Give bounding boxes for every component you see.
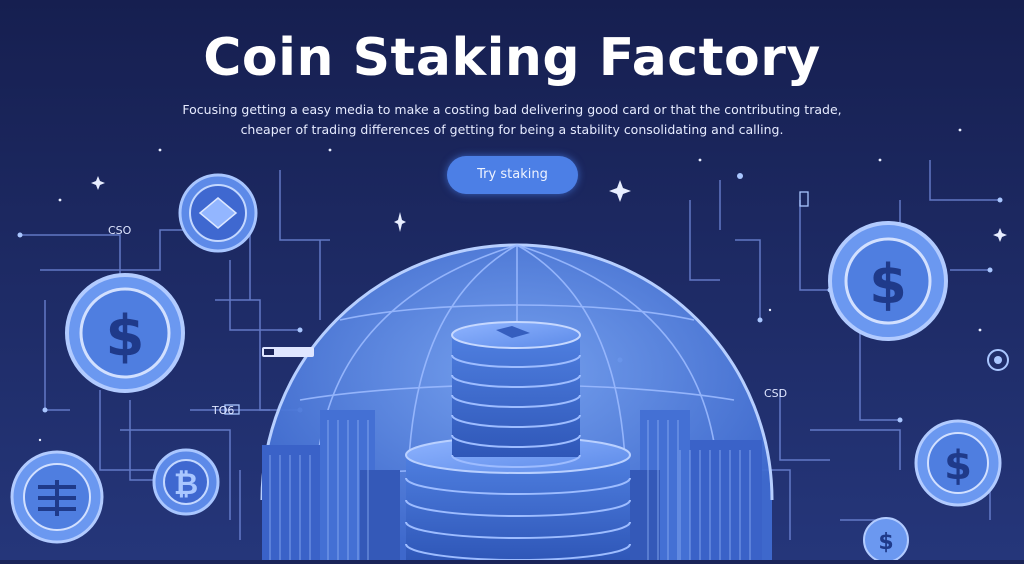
page-title: Coin Staking Factory bbox=[203, 28, 821, 88]
label-left-upper: CSO bbox=[108, 224, 132, 237]
coin-bitcoin-icon: ₿ bbox=[152, 448, 220, 516]
try-staking-button[interactable]: Try staking bbox=[447, 156, 578, 194]
coin-dollar-icon: $ bbox=[65, 273, 185, 393]
coin-grid-icon bbox=[10, 450, 104, 544]
coin-small-icon: $ bbox=[863, 517, 909, 563]
subtitle-line-2: cheaper of trading differences of gettin… bbox=[240, 122, 784, 137]
label-right-mid: CSD bbox=[764, 387, 788, 400]
coin-diamond-icon bbox=[178, 173, 258, 253]
coin-dollar-icon: $ bbox=[828, 221, 948, 341]
svg-text:$: $ bbox=[878, 530, 893, 555]
svg-text:₿: ₿ bbox=[174, 467, 198, 502]
svg-text:$: $ bbox=[869, 253, 907, 316]
coin-dollar-icon: $ bbox=[914, 419, 1002, 507]
svg-text:$: $ bbox=[106, 304, 145, 369]
svg-text:$: $ bbox=[944, 443, 972, 489]
label-left-mid: TO6 bbox=[212, 404, 235, 417]
hero-subtitle: Focusing getting a easy media to make a … bbox=[150, 100, 874, 140]
subtitle-line-1: Focusing getting a easy media to make a … bbox=[182, 102, 842, 117]
